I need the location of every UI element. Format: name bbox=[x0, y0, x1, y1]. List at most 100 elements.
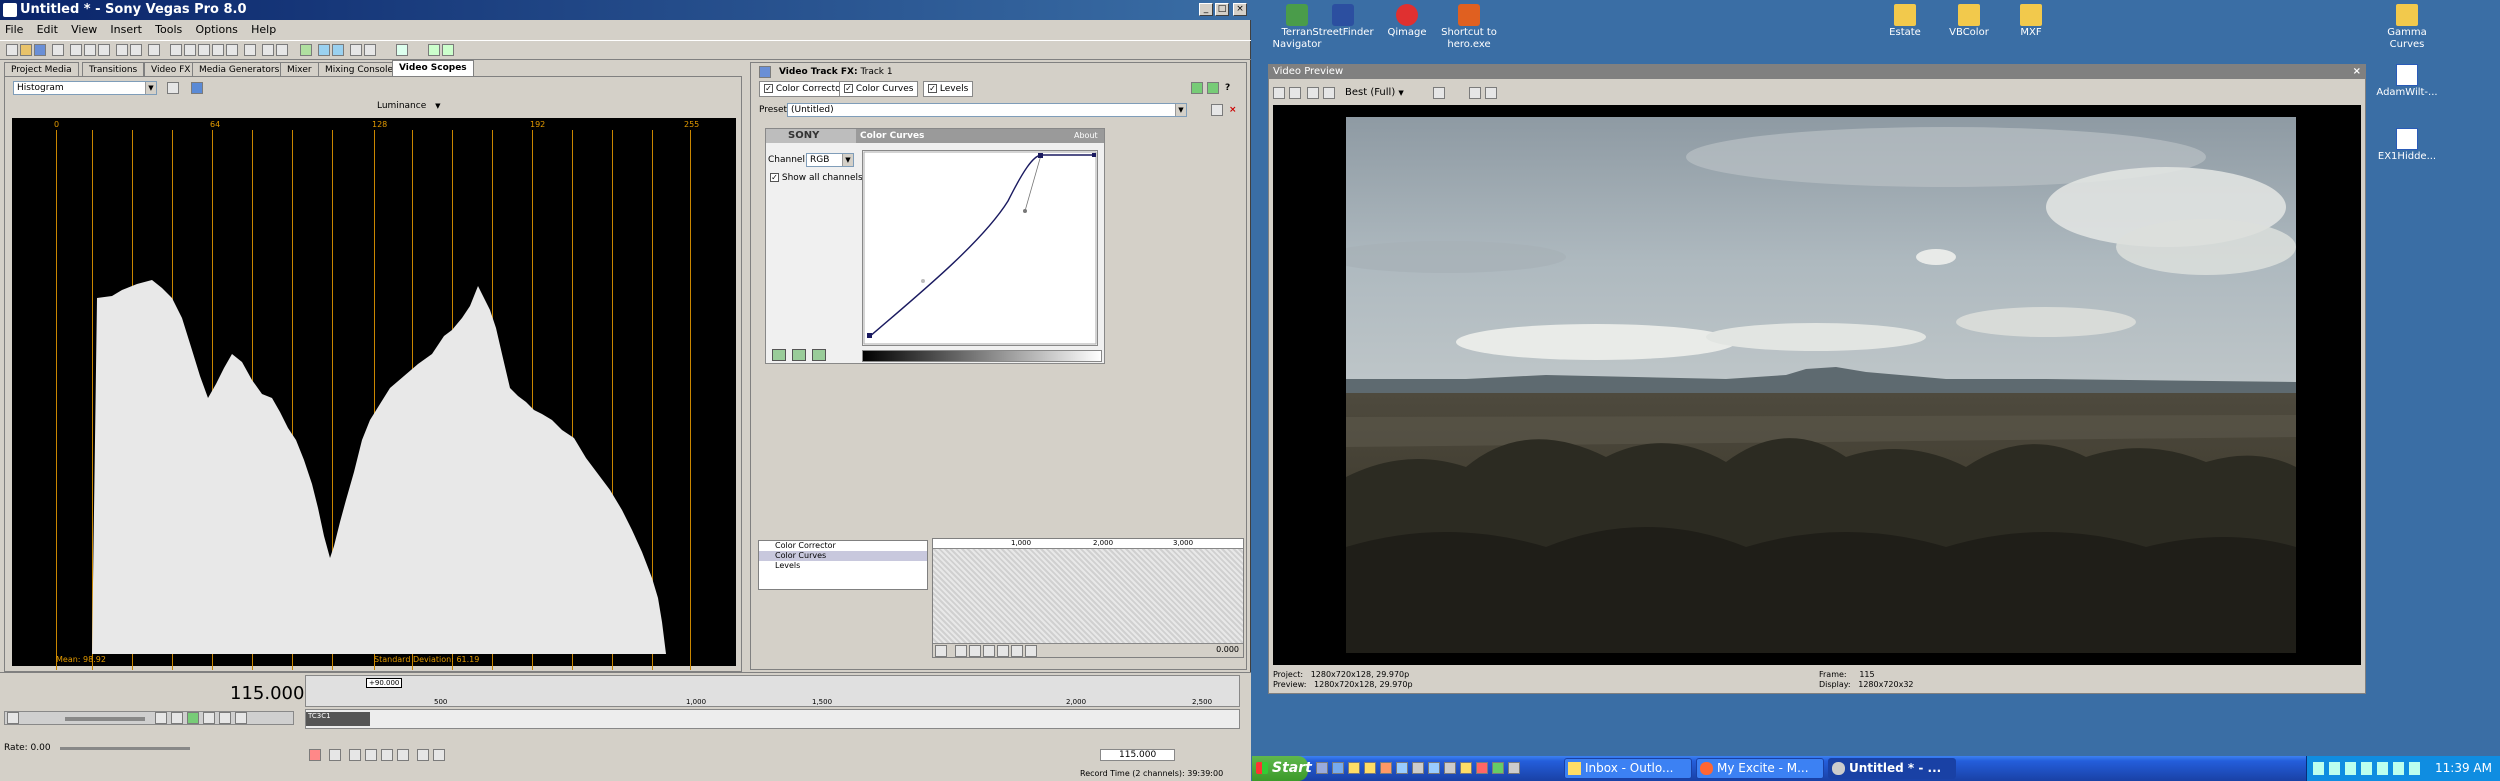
save-preset-icon[interactable] bbox=[1211, 104, 1223, 116]
prev-keyframe-icon[interactable] bbox=[969, 645, 981, 657]
markers-icon[interactable] bbox=[364, 44, 376, 56]
channel-select[interactable]: RGB ▼ bbox=[806, 153, 854, 167]
help-icon[interactable] bbox=[396, 44, 408, 56]
quicklaunch-app-icon[interactable] bbox=[1396, 762, 1408, 774]
sync-cursor-icon[interactable] bbox=[935, 645, 947, 657]
crossfade-icon[interactable] bbox=[300, 44, 312, 56]
taskbar-item-vegas[interactable]: Untitled * - ... bbox=[1828, 758, 1956, 779]
vegas-title-bar[interactable]: Untitled * - Sony Vegas Pro 8.0 _ □ × bbox=[0, 0, 1251, 20]
zoom-tool-icon[interactable] bbox=[226, 44, 238, 56]
menu-insert[interactable]: Insert bbox=[105, 22, 147, 38]
channel-dropdown[interactable]: Luminance ▼ bbox=[377, 101, 457, 111]
tab-video-fx[interactable]: Video FX bbox=[144, 62, 198, 76]
quicklaunch-ie-icon[interactable] bbox=[1332, 762, 1344, 774]
fx-chain-item[interactable]: ✓ Color Corrector bbox=[759, 81, 850, 97]
taskbar-item-outlook[interactable]: Inbox - Outlo... bbox=[1564, 758, 1692, 779]
bypass-fx-icon[interactable] bbox=[187, 712, 199, 724]
fx-keyframe-timeline[interactable]: 1,000 2,000 3,000 0.000 bbox=[932, 538, 1244, 658]
remove-plugin-icon[interactable] bbox=[1207, 82, 1219, 94]
tab-video-scopes[interactable]: Video Scopes bbox=[392, 60, 474, 76]
video-preview-area[interactable] bbox=[1273, 105, 2361, 665]
last-keyframe-icon[interactable] bbox=[997, 645, 1009, 657]
next-keyframe-icon[interactable] bbox=[983, 645, 995, 657]
green-channel-icon[interactable] bbox=[792, 349, 806, 361]
quicklaunch-media-icon[interactable] bbox=[1380, 762, 1392, 774]
envelope-tool-icon[interactable] bbox=[198, 44, 210, 56]
fx-list-item[interactable]: Levels bbox=[759, 561, 927, 571]
fx-list-item[interactable]: Color Corrector bbox=[759, 541, 927, 551]
delete-keyframe-icon[interactable] bbox=[1025, 645, 1037, 657]
menu-file[interactable]: File bbox=[0, 22, 28, 38]
mute-icon[interactable] bbox=[155, 712, 167, 724]
render-icon[interactable] bbox=[148, 44, 160, 56]
paste-icon[interactable] bbox=[98, 44, 110, 56]
fx-chain-checkbox[interactable]: ✓ bbox=[928, 84, 937, 93]
compositing-icon[interactable] bbox=[203, 712, 215, 724]
undo-icon[interactable] bbox=[116, 44, 128, 56]
quicklaunch-app-icon[interactable] bbox=[1412, 762, 1424, 774]
blue-channel-icon[interactable] bbox=[812, 349, 826, 361]
preview-fx-icon[interactable] bbox=[1307, 87, 1319, 99]
track-motion-icon[interactable] bbox=[219, 712, 231, 724]
menu-tools[interactable]: Tools bbox=[150, 22, 187, 38]
tab-mixer[interactable]: Mixer bbox=[280, 62, 319, 76]
start-button[interactable]: Start bbox=[1252, 756, 1312, 781]
maximize-button[interactable]: □ bbox=[1215, 3, 1229, 16]
quicklaunch-explorer-icon[interactable] bbox=[1364, 762, 1376, 774]
fx-chain-checkbox[interactable]: ✓ bbox=[844, 84, 853, 93]
quicklaunch-app-icon[interactable] bbox=[1492, 762, 1504, 774]
about-button[interactable]: About bbox=[1074, 131, 1098, 140]
desktop-icon-gamma-curves[interactable]: Gamma Curves bbox=[2372, 4, 2442, 51]
edit-tool-icon[interactable] bbox=[170, 44, 182, 56]
track-volume-slider[interactable] bbox=[65, 717, 145, 721]
menu-view[interactable]: View bbox=[66, 22, 102, 38]
first-keyframe-icon[interactable] bbox=[955, 645, 967, 657]
fx-chain-item[interactable]: ✓ Color Curves bbox=[839, 81, 919, 97]
loop-marker[interactable]: +90.000 bbox=[366, 678, 403, 688]
go-to-start-icon[interactable] bbox=[417, 749, 429, 761]
add-keyframe-icon[interactable] bbox=[1011, 645, 1023, 657]
enable-snapping-icon[interactable] bbox=[318, 44, 330, 56]
minimize-button[interactable]: _ bbox=[1199, 3, 1213, 16]
ignore-grouping-icon[interactable] bbox=[276, 44, 288, 56]
desktop-icon-adamwilt[interactable]: AdamWilt-... bbox=[2372, 64, 2442, 99]
timeline-ruler[interactable]: +90.000 500 1,000 1,500 2,000 2,500 bbox=[305, 675, 1240, 707]
close-button[interactable]: × bbox=[1233, 3, 1247, 16]
quicklaunch-outlook-icon[interactable] bbox=[1348, 762, 1360, 774]
desktop-icon-estate[interactable]: Estate bbox=[1870, 4, 1940, 39]
curve-point[interactable] bbox=[1092, 153, 1096, 157]
copy-icon[interactable] bbox=[84, 44, 96, 56]
project-properties-icon[interactable] bbox=[1273, 87, 1285, 99]
overlays-icon[interactable] bbox=[1433, 87, 1445, 99]
fx-chain-checkbox[interactable]: ✓ bbox=[764, 84, 773, 93]
curve-point[interactable] bbox=[1038, 153, 1043, 158]
quicklaunch-app-icon[interactable] bbox=[1508, 762, 1520, 774]
clock[interactable]: 11:39 AM bbox=[2435, 761, 2492, 775]
rate-slider[interactable] bbox=[60, 747, 190, 750]
menu-help[interactable]: Help bbox=[246, 22, 281, 38]
properties-icon[interactable] bbox=[52, 44, 64, 56]
autofade-icon[interactable] bbox=[332, 44, 344, 56]
split-screen-icon[interactable] bbox=[1323, 87, 1335, 99]
delete-preset-icon[interactable]: × bbox=[1229, 103, 1237, 117]
add-plugin-icon[interactable] bbox=[1191, 82, 1203, 94]
quicklaunch-app-icon[interactable] bbox=[1444, 762, 1456, 774]
preset-dropdown[interactable]: (Untitled) ▼ bbox=[787, 103, 1187, 117]
curve-point[interactable] bbox=[867, 333, 872, 338]
tab-mixing-console[interactable]: Mixing Console bbox=[318, 62, 401, 76]
update-scopes-icon[interactable] bbox=[167, 82, 179, 94]
desktop-icon-hero[interactable]: Shortcut to hero.exe bbox=[1434, 4, 1504, 51]
video-preview-title-bar[interactable]: Video Preview × bbox=[1269, 65, 2365, 79]
pause-icon[interactable] bbox=[381, 749, 393, 761]
desktop-icon-ex1hidden[interactable]: EX1Hidde... bbox=[2372, 128, 2442, 163]
desktop-icon-qimage[interactable]: Qimage bbox=[1372, 4, 1442, 39]
go-to-end-icon[interactable] bbox=[433, 749, 445, 761]
tab-project-media[interactable]: Project Media bbox=[4, 62, 79, 76]
desktop-icon-streetfinder[interactable]: StreetFinder bbox=[1308, 4, 1378, 39]
red-channel-icon[interactable] bbox=[772, 349, 786, 361]
copy-snapshot-icon[interactable] bbox=[1469, 87, 1481, 99]
fx-chain-item[interactable]: ✓ Levels bbox=[923, 81, 974, 97]
scope-settings-icon[interactable] bbox=[191, 82, 203, 94]
lock-envelopes-icon[interactable] bbox=[262, 44, 274, 56]
scope-type-dropdown[interactable]: Histogram ▼ bbox=[13, 81, 157, 95]
